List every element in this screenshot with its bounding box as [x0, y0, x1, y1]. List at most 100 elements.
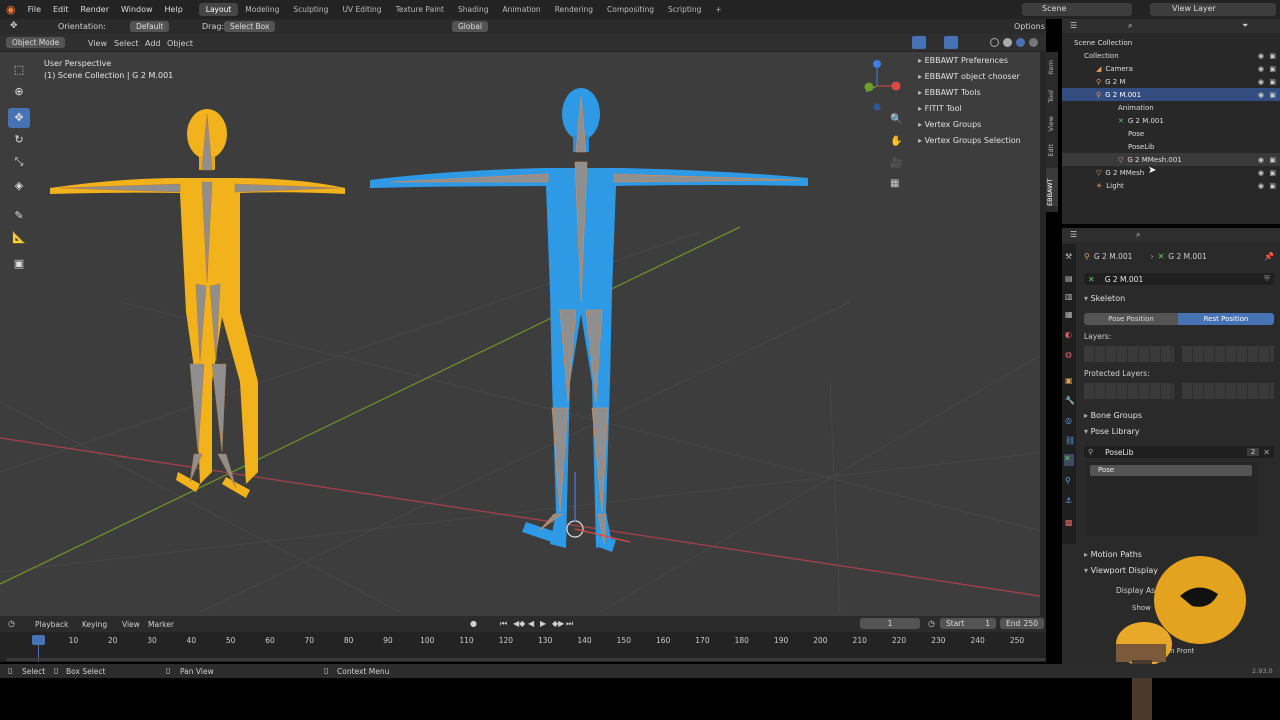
- data-block-name[interactable]: G 2 M.001: [1095, 275, 1144, 284]
- protected-layers-grid-a[interactable]: [1084, 383, 1174, 399]
- world-tab-icon[interactable]: ◍: [1065, 350, 1072, 359]
- render-camera-icon[interactable]: ▣: [1269, 65, 1276, 73]
- drag-dropdown[interactable]: Select Box: [224, 21, 276, 32]
- scene-selector[interactable]: Scene: [1022, 3, 1132, 16]
- section-bone-groups[interactable]: Bone Groups: [1084, 411, 1142, 420]
- outliner-row-g2mmesh[interactable]: ▽ G 2 MMesh ◉ ▣: [1062, 166, 1280, 179]
- jump-start-icon[interactable]: ⏮: [500, 619, 507, 629]
- outliner-row-light[interactable]: ☀ Light ◉ ▣: [1062, 179, 1280, 192]
- menu-file[interactable]: File: [22, 5, 47, 14]
- pin-icon[interactable]: 📌: [1264, 252, 1274, 261]
- visibility-eye-icon[interactable]: ◉: [1258, 52, 1264, 60]
- pan-hand-icon[interactable]: ✋: [890, 136, 902, 147]
- outliner-row-scene-collection[interactable]: Scene Collection: [1062, 36, 1280, 49]
- data-block-selector[interactable]: ✕ G 2 M.001 ⛨: [1084, 273, 1274, 285]
- solid-shading-icon[interactable]: [1003, 38, 1012, 47]
- overlay-toggle-icon[interactable]: [912, 36, 926, 49]
- blender-logo-icon[interactable]: ◉: [0, 3, 22, 16]
- armature-data-tab-icon[interactable]: ✕: [1064, 454, 1074, 466]
- outliner-row-camera[interactable]: ◢ Camera ◉ ▣: [1062, 62, 1280, 75]
- add-cube-tool-icon[interactable]: ▣: [8, 254, 30, 274]
- outliner-row-poselib[interactable]: PoseLib: [1062, 140, 1280, 153]
- tab-edit[interactable]: Edit: [1047, 144, 1055, 157]
- render-camera-icon[interactable]: ▣: [1269, 169, 1276, 177]
- timeline-scrollbar[interactable]: [6, 658, 1046, 661]
- tab-ebbawt[interactable]: EBBAWT: [1046, 168, 1058, 206]
- filter-search-icon[interactable]: ⌕: [1128, 21, 1132, 31]
- tweak-tool-icon[interactable]: ⬚: [8, 60, 30, 80]
- npanel-ebbawt-tools[interactable]: EBBAWT Tools: [918, 88, 981, 97]
- rendered-shading-icon[interactable]: [1029, 38, 1038, 47]
- render-tab-icon[interactable]: ▤: [1065, 274, 1073, 283]
- outliner-row-pose[interactable]: Pose: [1062, 127, 1280, 140]
- tab-animation[interactable]: Animation: [495, 3, 547, 16]
- tab-modeling[interactable]: Modeling: [238, 3, 286, 16]
- outliner-row-g2mmesh-001[interactable]: ▽ G 2 MMesh.001 ◉ ▣: [1062, 153, 1280, 166]
- tab-texture-paint[interactable]: Texture Paint: [389, 3, 451, 16]
- camera-view-icon[interactable]: 🎥: [890, 158, 902, 169]
- section-skeleton[interactable]: Skeleton: [1084, 294, 1126, 303]
- tool-tab-icon[interactable]: ⚒: [1065, 252, 1072, 261]
- scene-tab-icon[interactable]: ◐: [1065, 330, 1072, 339]
- menu-object[interactable]: Object: [167, 39, 193, 48]
- fake-user-shield-icon[interactable]: ⛨: [1264, 274, 1274, 284]
- tab-sculpting[interactable]: Sculpting: [286, 3, 335, 16]
- navigation-gizmo[interactable]: [864, 60, 901, 111]
- xray-toggle-icon[interactable]: [944, 36, 958, 49]
- layers-grid-b[interactable]: [1182, 346, 1274, 362]
- menu-help[interactable]: Help: [159, 5, 189, 14]
- visibility-eye-icon[interactable]: ◉: [1258, 156, 1264, 164]
- menu-add[interactable]: Add: [145, 39, 161, 48]
- physics-tab-icon[interactable]: ◎: [1065, 416, 1072, 425]
- current-frame-field[interactable]: 1: [860, 618, 920, 629]
- ortho-grid-icon[interactable]: ▦: [890, 178, 899, 189]
- view-layer-tab-icon[interactable]: ▦: [1065, 310, 1073, 319]
- outliner-row-animation[interactable]: Animation: [1062, 101, 1280, 114]
- npanel-fitit-tool[interactable]: FITIT Tool: [918, 104, 962, 113]
- render-camera-icon[interactable]: ▣: [1269, 91, 1276, 99]
- menu-edit[interactable]: Edit: [47, 5, 75, 14]
- play-reverse-icon[interactable]: ◀: [528, 619, 534, 628]
- render-camera-icon[interactable]: ▣: [1269, 156, 1276, 164]
- start-frame-field[interactable]: Start 1: [940, 618, 996, 629]
- end-frame-field[interactable]: End 250: [1000, 618, 1044, 629]
- clock-icon[interactable]: ◷: [928, 619, 935, 628]
- timeline-editor-icon[interactable]: ◷: [8, 619, 15, 628]
- bone-tab-icon[interactable]: ⚲: [1065, 476, 1071, 485]
- tab-uv-editing[interactable]: UV Editing: [335, 3, 388, 16]
- transform-tool-icon[interactable]: ◈: [8, 176, 30, 196]
- 3d-viewport[interactable]: User Perspective (1) Scene Collection | …: [0, 52, 1046, 616]
- output-tab-icon[interactable]: ▥: [1065, 292, 1073, 301]
- section-pose-library[interactable]: Pose Library: [1084, 427, 1140, 436]
- visibility-eye-icon[interactable]: ◉: [1258, 78, 1264, 86]
- npanel-ebbawt-preferences[interactable]: EBBAWT Preferences: [918, 56, 1008, 65]
- tab-layout[interactable]: Layout: [198, 3, 239, 16]
- scale-tool-icon[interactable]: ⤡: [8, 152, 30, 172]
- search-icon[interactable]: ⌕: [1136, 230, 1140, 240]
- outliner-row-g2m-001-data[interactable]: ✕ G 2 M.001: [1062, 114, 1280, 127]
- move-tool-icon[interactable]: ✥: [8, 108, 30, 128]
- pose-position-button[interactable]: Pose Position: [1084, 313, 1178, 325]
- editor-type-icon[interactable]: ☰: [1070, 230, 1077, 239]
- menu-marker[interactable]: Marker: [148, 620, 174, 629]
- options-dropdown[interactable]: Options: [1014, 22, 1045, 31]
- transform-orientation-dropdown[interactable]: Global: [452, 21, 488, 32]
- npanel-ebbawt-object-chooser[interactable]: EBBAWT object chooser: [918, 72, 1020, 81]
- constraint-tab-icon[interactable]: ⛓: [1065, 436, 1075, 445]
- render-camera-icon[interactable]: ▣: [1269, 182, 1276, 190]
- pose-list-item[interactable]: Pose: [1090, 465, 1252, 476]
- tab-tool[interactable]: Tool: [1047, 90, 1055, 103]
- poselib-name[interactable]: PoseLib: [1093, 448, 1133, 457]
- menu-render[interactable]: Render: [75, 5, 115, 14]
- close-icon[interactable]: ✕: [1259, 448, 1274, 457]
- outliner-row-g2m[interactable]: ⚲ G 2 M ◉ ▣: [1062, 75, 1280, 88]
- poselib-selector[interactable]: ⚲ PoseLib 2 ✕: [1084, 446, 1274, 458]
- record-icon[interactable]: ●: [470, 619, 477, 628]
- rest-position-button[interactable]: Rest Position: [1178, 313, 1274, 325]
- jump-end-icon[interactable]: ⏭: [566, 619, 573, 629]
- wireframe-shading-icon[interactable]: [990, 38, 999, 47]
- poselib-users-count[interactable]: 2: [1246, 448, 1260, 456]
- cursor-tool-icon[interactable]: ⊕: [8, 82, 30, 102]
- modifier-tab-icon[interactable]: 🔧: [1065, 396, 1075, 405]
- texture-tab-icon[interactable]: ▩: [1065, 518, 1073, 527]
